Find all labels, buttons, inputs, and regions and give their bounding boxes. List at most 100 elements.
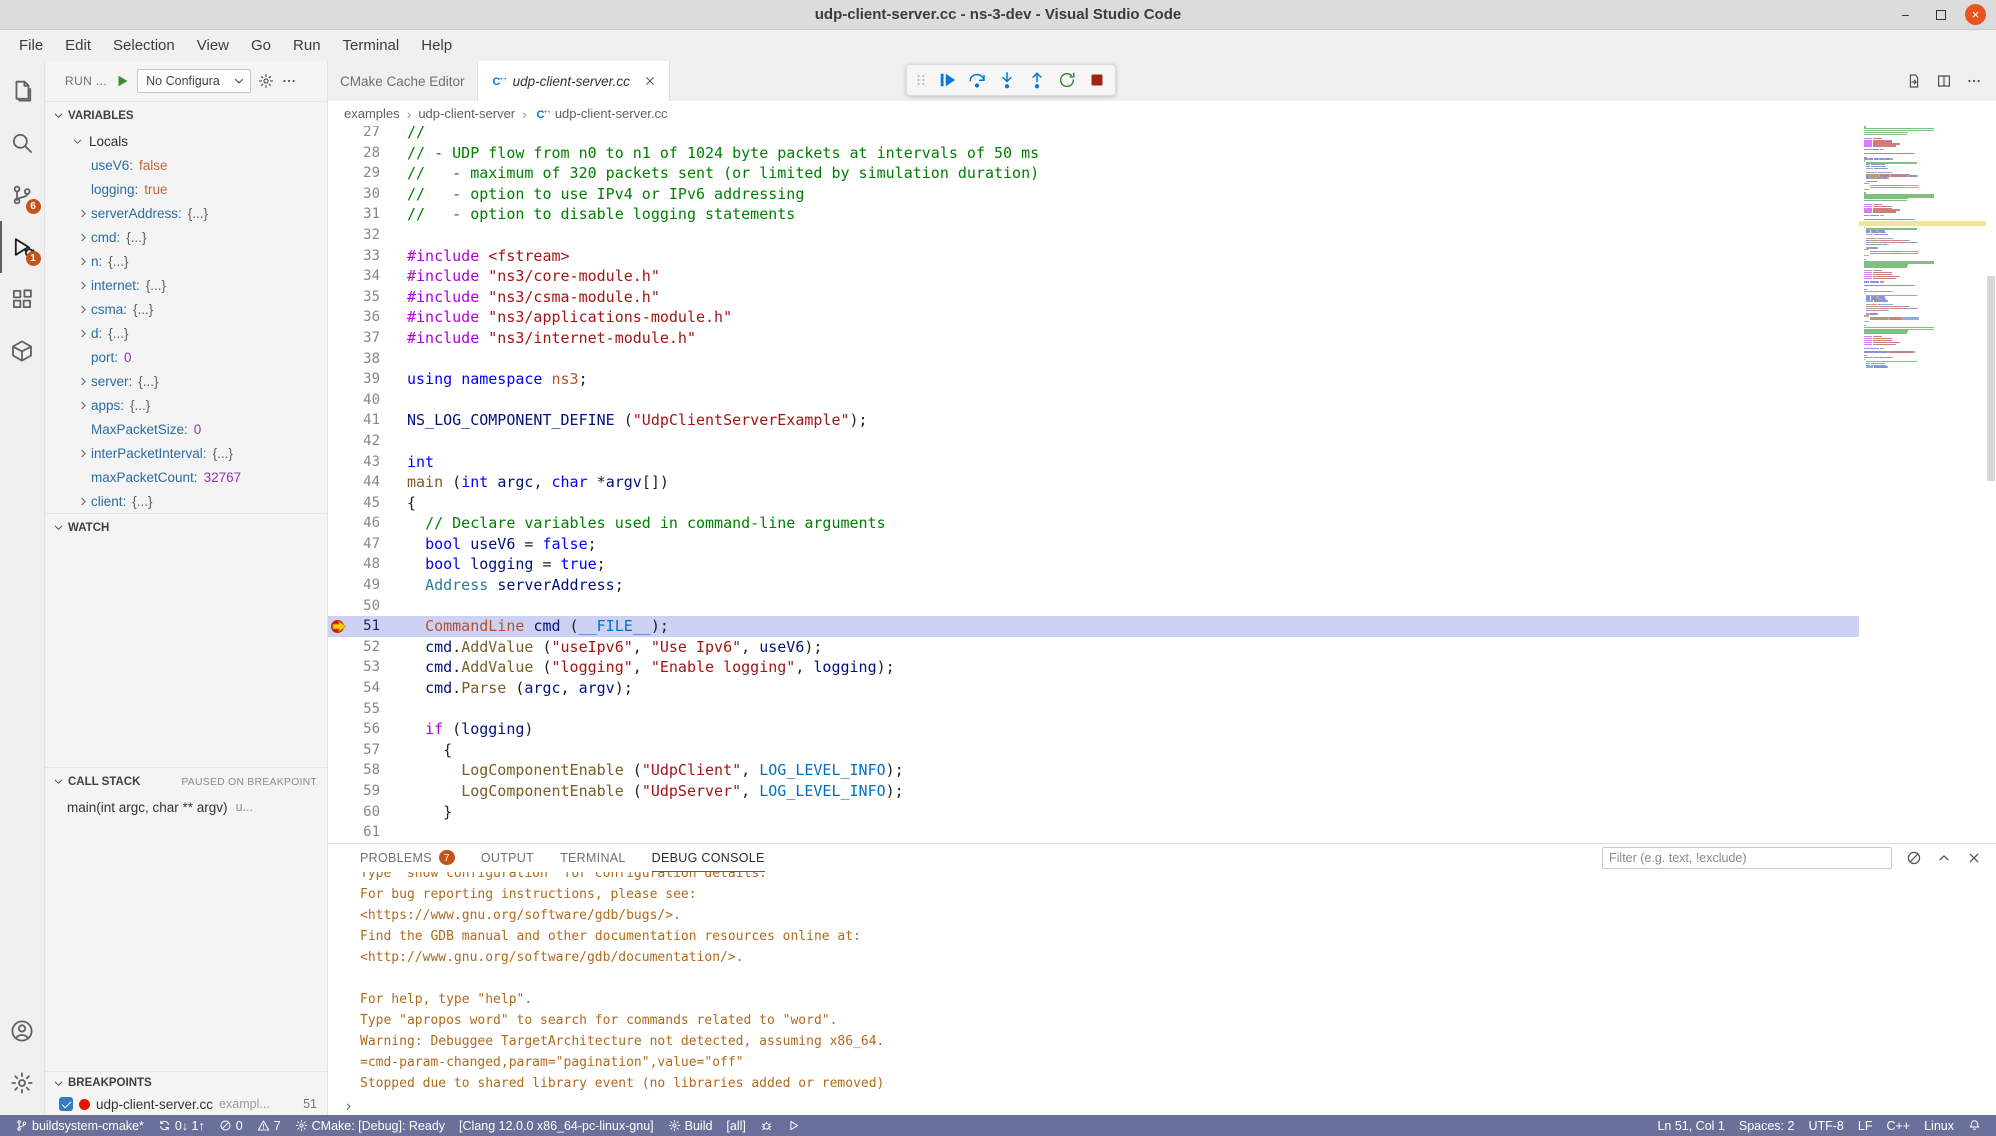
- breakpoint-item[interactable]: udp-client-server.cc exampl... 51: [45, 1094, 327, 1114]
- step-over-button[interactable]: [964, 67, 990, 93]
- minimap[interactable]: [1859, 126, 1986, 843]
- variable-row[interactable]: maxPacketCount:32767: [45, 465, 327, 489]
- gutter[interactable]: [328, 719, 350, 740]
- chevron-right-icon[interactable]: [75, 255, 91, 268]
- gutter[interactable]: [328, 657, 350, 678]
- breadcrumb-file[interactable]: C++ udp-client-server.cc: [534, 106, 668, 122]
- gutter[interactable]: [328, 472, 350, 493]
- status-0-1[interactable]: 0↓ 1↑: [151, 1115, 212, 1136]
- activity-extensions[interactable]: [0, 273, 45, 325]
- open-changes-icon[interactable]: [1906, 73, 1922, 89]
- activity-search[interactable]: [0, 117, 45, 169]
- debug-configuration-dropdown[interactable]: No Configura: [137, 69, 251, 93]
- breadcrumb-examples[interactable]: examples: [344, 106, 400, 121]
- debug-console-input[interactable]: ›: [328, 1097, 1996, 1115]
- gutter[interactable]: [328, 678, 350, 699]
- restart-button[interactable]: [1054, 67, 1080, 93]
- call-stack-header[interactable]: CALL STACK PAUSED ON BREAKPOINT: [45, 768, 327, 795]
- stack-frame[interactable]: main(int argc, char ** argv) u...: [45, 795, 327, 819]
- gutter[interactable]: [328, 349, 350, 370]
- gutter[interactable]: [328, 184, 350, 205]
- variable-row[interactable]: csma:{...}: [45, 297, 327, 321]
- status-7[interactable]: 7: [250, 1115, 288, 1136]
- scrollbar-thumb[interactable]: [1987, 276, 1995, 481]
- gutter[interactable]: [328, 431, 350, 452]
- code-area[interactable]: 27//28// - UDP flow from n0 to n1 of 102…: [328, 126, 1859, 843]
- activity-cmake-tools[interactable]: [0, 325, 45, 377]
- scope-locals[interactable]: Locals: [45, 129, 327, 153]
- chevron-right-icon[interactable]: [75, 399, 91, 412]
- gutter[interactable]: [328, 513, 350, 534]
- variable-row[interactable]: interPacketInterval:{...}: [45, 441, 327, 465]
- status-utf-8[interactable]: UTF-8: [1801, 1115, 1850, 1136]
- chevron-right-icon[interactable]: [75, 375, 91, 388]
- chevron-right-icon[interactable]: [75, 303, 91, 316]
- gutter[interactable]: [328, 410, 350, 431]
- menu-run[interactable]: Run: [282, 30, 332, 61]
- maximize-panel-icon[interactable]: [1936, 850, 1952, 866]
- status-all[interactable]: [all]: [719, 1115, 752, 1136]
- activity-account[interactable]: [0, 1005, 45, 1057]
- gutter[interactable]: [328, 204, 350, 225]
- gutter[interactable]: [328, 126, 350, 143]
- split-editor-icon[interactable]: [1936, 73, 1952, 89]
- gutter[interactable]: [328, 575, 350, 596]
- editor-scrollbar[interactable]: [1986, 126, 1996, 843]
- activity-source-control[interactable]: 6: [0, 169, 45, 221]
- tab-udp-client-server[interactable]: C++ udp-client-server.cc: [478, 61, 670, 101]
- status-ln-51-col-1[interactable]: Ln 51, Col 1: [1650, 1115, 1731, 1136]
- status-buildsystem-cmake[interactable]: buildsystem-cmake*: [8, 1115, 151, 1136]
- drag-handle-icon[interactable]: [912, 72, 930, 88]
- menu-file[interactable]: File: [8, 30, 54, 61]
- tab-terminal[interactable]: TERMINAL: [560, 844, 626, 872]
- chevron-right-icon[interactable]: [75, 207, 91, 220]
- breakpoint-checkbox[interactable]: [59, 1097, 73, 1111]
- gutter[interactable]: [328, 452, 350, 473]
- menu-terminal[interactable]: Terminal: [332, 30, 411, 61]
- gutter[interactable]: [328, 225, 350, 246]
- status-bug[interactable]: [753, 1115, 780, 1136]
- status-clang-12-0-0-x86-64-pc-linux-gnu[interactable]: [Clang 12.0.0 x86_64-pc-linux-gnu]: [452, 1115, 661, 1136]
- menu-view[interactable]: View: [186, 30, 240, 61]
- gutter[interactable]: [328, 143, 350, 164]
- status-0[interactable]: 0: [212, 1115, 250, 1136]
- tab-cmake-cache-editor[interactable]: CMake Cache Editor: [328, 61, 478, 101]
- status-bell[interactable]: [1961, 1115, 1988, 1136]
- variable-row[interactable]: client:{...}: [45, 489, 327, 513]
- menu-selection[interactable]: Selection: [102, 30, 186, 61]
- status-build[interactable]: Build: [661, 1115, 720, 1136]
- status-c[interactable]: C++: [1879, 1115, 1917, 1136]
- step-out-button[interactable]: [1024, 67, 1050, 93]
- status-linux[interactable]: Linux: [1917, 1115, 1961, 1136]
- variables-header[interactable]: VARIABLES: [45, 102, 327, 129]
- status-lf[interactable]: LF: [1851, 1115, 1880, 1136]
- gutter[interactable]: [328, 390, 350, 411]
- close-panel-icon[interactable]: [1966, 850, 1982, 866]
- gutter[interactable]: [328, 637, 350, 658]
- gutter[interactable]: [328, 307, 350, 328]
- menu-go[interactable]: Go: [240, 30, 282, 61]
- variable-row[interactable]: useV6:false: [45, 153, 327, 177]
- variable-row[interactable]: d:{...}: [45, 321, 327, 345]
- chevron-right-icon[interactable]: [75, 279, 91, 292]
- minimize-button[interactable]: −: [1895, 4, 1916, 25]
- breakpoints-header[interactable]: BREAKPOINTS: [45, 1072, 327, 1094]
- configure-gear-icon[interactable]: [258, 73, 274, 89]
- variable-row[interactable]: apps:{...}: [45, 393, 327, 417]
- activity-run-debug[interactable]: 1: [0, 221, 45, 273]
- gutter[interactable]: [328, 246, 350, 267]
- gutter[interactable]: [328, 822, 350, 843]
- variable-row[interactable]: internet:{...}: [45, 273, 327, 297]
- watch-header[interactable]: WATCH: [45, 514, 327, 541]
- variable-row[interactable]: MaxPacketSize:0: [45, 417, 327, 441]
- start-debugging-button[interactable]: [114, 73, 130, 89]
- gutter[interactable]: [328, 802, 350, 823]
- chevron-right-icon[interactable]: [75, 327, 91, 340]
- gutter[interactable]: [328, 616, 350, 637]
- more-actions-icon[interactable]: [281, 73, 297, 89]
- variable-row[interactable]: port:0: [45, 345, 327, 369]
- variable-row[interactable]: n:{...}: [45, 249, 327, 273]
- chevron-right-icon[interactable]: [75, 495, 91, 508]
- variable-row[interactable]: server:{...}: [45, 369, 327, 393]
- status-spaces-2[interactable]: Spaces: 2: [1732, 1115, 1802, 1136]
